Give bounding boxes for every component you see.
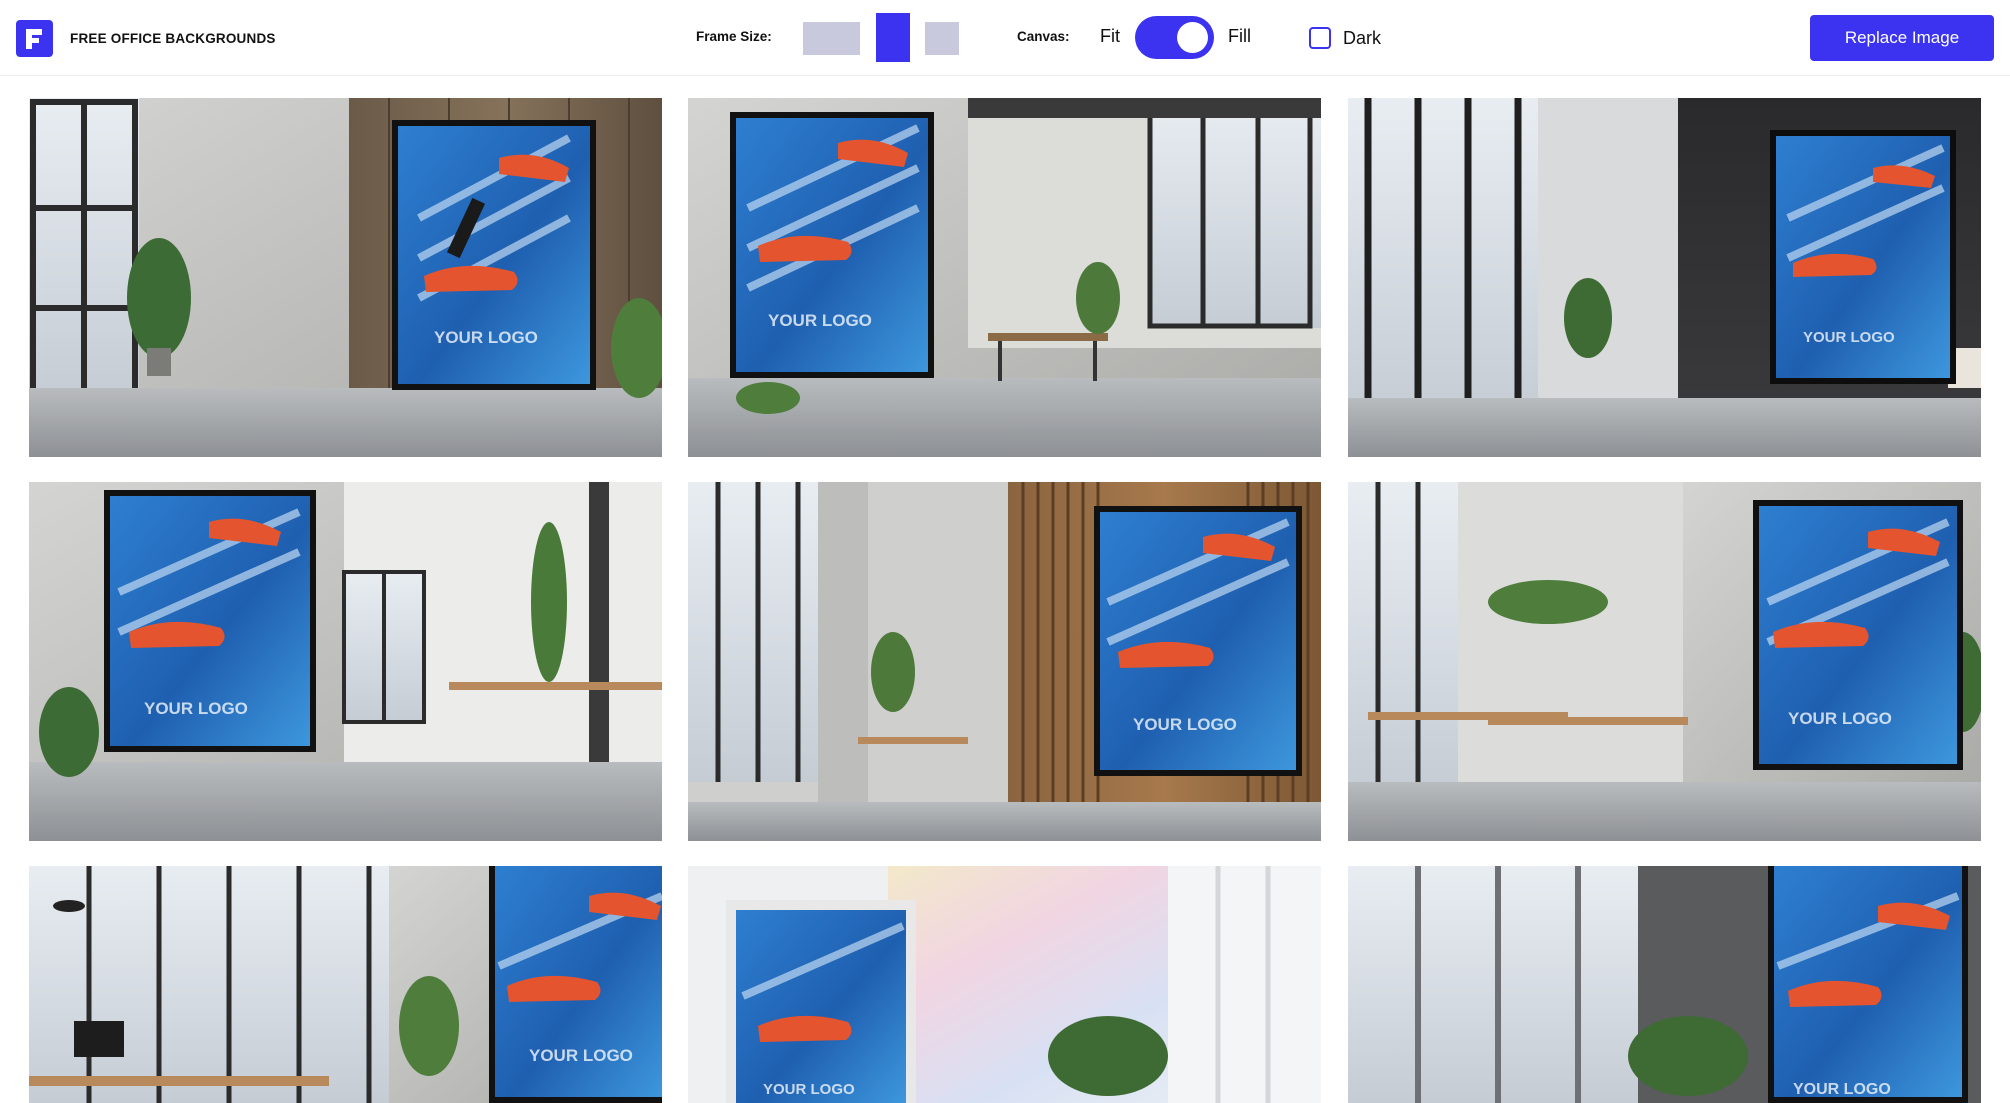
poster-logo-text: YOUR LOGO xyxy=(768,311,872,330)
top-bar: FREE OFFICE BACKGROUNDS Frame Size: Canv… xyxy=(0,0,2010,76)
mockup-tile[interactable]: YOUR LOGO xyxy=(1348,98,1981,457)
poster-mockup: YOUR LOGO xyxy=(730,112,934,378)
poster-mockup: YOUR LOGO xyxy=(1770,130,1956,384)
app-logo-icon[interactable] xyxy=(16,20,53,57)
poster-mockup: YOUR LOGO xyxy=(1768,866,1968,1103)
replace-image-button[interactable]: Replace Image xyxy=(1810,15,1994,61)
mockup-tile[interactable]: YOUR LOGO xyxy=(688,482,1321,841)
poster-logo-text: YOUR LOGO xyxy=(434,328,538,347)
frame-size-label: Frame Size: xyxy=(696,29,772,44)
dark-mode-label: Dark xyxy=(1343,28,1382,48)
mockup-tile[interactable]: YOUR LOGO xyxy=(29,866,662,1103)
poster-logo-text: YOUR LOGO xyxy=(763,1081,855,1098)
frame-size-portrait-option[interactable] xyxy=(876,13,910,62)
toggle-knob xyxy=(1177,22,1208,53)
mockup-tile[interactable]: YOUR LOGO xyxy=(1348,482,1981,841)
poster-mockup: YOUR LOGO xyxy=(1753,500,1963,770)
mockup-grid: YOUR LOGO YOUR LOGO YOUR LOGO YOUR LOGO … xyxy=(0,76,2010,1103)
mockup-tile[interactable]: YOUR LOGO xyxy=(29,482,662,841)
poster-logo-text: YOUR LOGO xyxy=(1788,709,1892,728)
dark-mode-checkbox[interactable] xyxy=(1309,27,1331,49)
mockup-tile[interactable]: YOUR LOGO xyxy=(688,98,1321,457)
poster-logo-text: YOUR LOGO xyxy=(1793,1081,1891,1098)
app-brand-title: FREE OFFICE BACKGROUNDS xyxy=(70,31,276,46)
poster-logo-text: YOUR LOGO xyxy=(529,1046,633,1065)
canvas-fill-label: Fill xyxy=(1228,26,1251,46)
poster-logo-text: YOUR LOGO xyxy=(144,699,248,718)
poster-mockup: YOUR LOGO xyxy=(392,120,596,390)
canvas-fit-fill-toggle[interactable] xyxy=(1135,16,1214,59)
canvas-fit-label: Fit xyxy=(1100,26,1120,46)
poster-mockup: YOUR LOGO xyxy=(1094,506,1302,776)
frame-size-square-option[interactable] xyxy=(925,22,959,55)
poster-mockup: YOUR LOGO xyxy=(104,490,316,752)
poster-logo-text: YOUR LOGO xyxy=(1803,329,1895,346)
poster-logo-text: YOUR LOGO xyxy=(1133,715,1237,734)
mockup-tile[interactable]: YOUR LOGO xyxy=(688,866,1321,1103)
canvas-label: Canvas: xyxy=(1017,29,1070,44)
mockup-tile[interactable]: YOUR LOGO xyxy=(1348,866,1981,1103)
poster-mockup: YOUR LOGO xyxy=(489,866,662,1103)
mockup-tile[interactable]: YOUR LOGO xyxy=(29,98,662,457)
frame-size-landscape-option[interactable] xyxy=(803,22,860,55)
poster-mockup: YOUR LOGO xyxy=(726,900,916,1103)
